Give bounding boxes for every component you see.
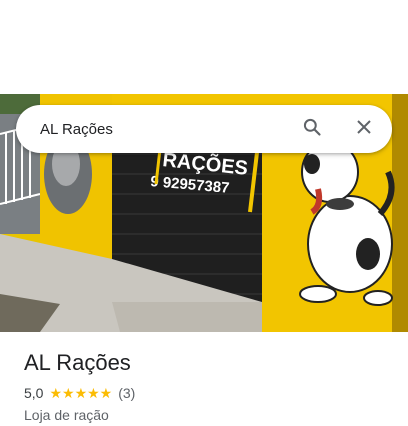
close-icon [356, 119, 372, 140]
star-rating-icon: ★★★★★ [49, 385, 113, 401]
review-count[interactable]: (3) [118, 384, 135, 402]
place-info: AL Rações 5,0 ★★★★★ (3) Loja de ração [24, 348, 392, 424]
search-button[interactable] [294, 111, 330, 147]
search-bar[interactable]: AL Rações [16, 105, 392, 153]
rating-row[interactable]: 5,0 ★★★★★ (3) [24, 384, 392, 402]
rating-value: 5,0 [24, 385, 44, 401]
place-title: AL Rações [24, 350, 131, 375]
place-category: Loja de ração [24, 407, 109, 423]
close-button[interactable] [346, 111, 382, 147]
search-icon [302, 117, 322, 142]
search-input[interactable]: AL Rações [16, 121, 294, 138]
